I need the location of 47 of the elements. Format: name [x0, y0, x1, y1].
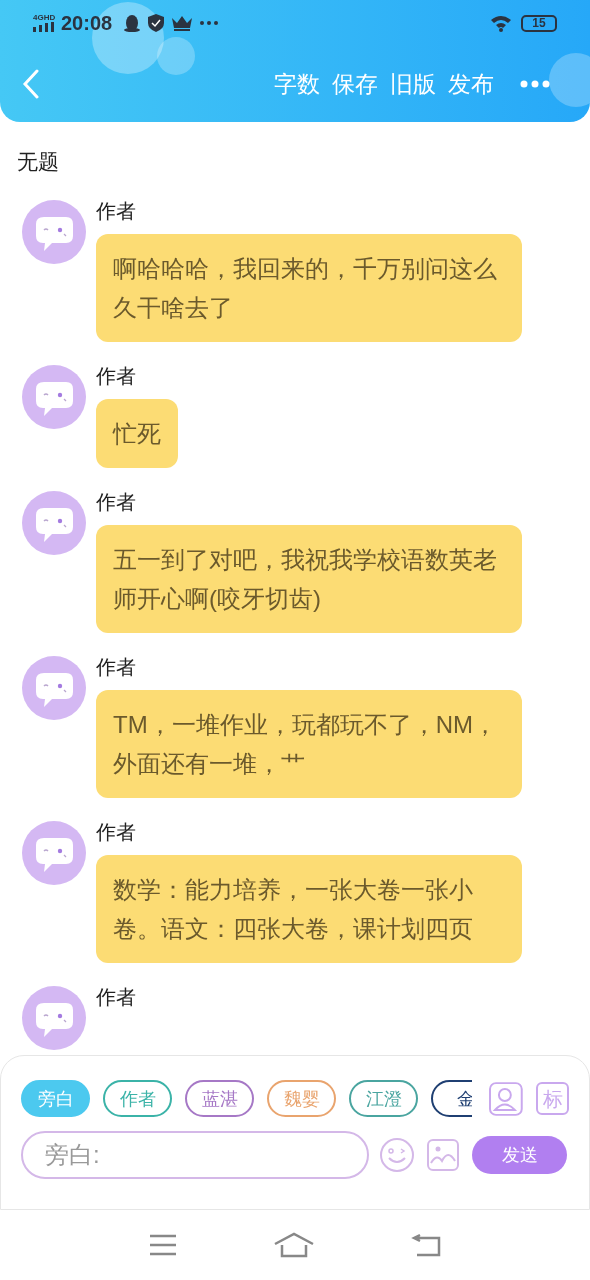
- author-name: 作者: [96, 820, 136, 845]
- toolbar-button[interactable]: 发布: [448, 72, 494, 96]
- story-title: 无题: [17, 149, 59, 175]
- role-chip[interactable]: 蓝湛: [185, 1080, 254, 1117]
- message-bubble: 五一到了对吧，我祝我学校语数英老师开心啊(咬牙切齿): [96, 525, 522, 633]
- author-name: 作者: [96, 655, 136, 680]
- author-name: 作者: [96, 364, 136, 389]
- author-name: 作者: [96, 199, 136, 224]
- role-chip[interactable]: 江澄: [349, 1080, 418, 1117]
- battery-indicator: 15: [521, 14, 557, 32]
- author-name: 作者: [96, 985, 136, 1010]
- back-icon[interactable]: [411, 1233, 442, 1257]
- avatar-icon: [22, 491, 86, 555]
- message-bubble: 忙死: [96, 399, 178, 468]
- role-chip[interactable]: 作者: [103, 1080, 172, 1117]
- shield-icon: [148, 14, 165, 32]
- avatar-icon: [22, 200, 86, 264]
- clock-text: 20:08: [61, 11, 113, 36]
- smiley-icon[interactable]: [380, 1138, 414, 1172]
- avatar-icon: [22, 656, 86, 720]
- role-chip[interactable]: 旁白: [21, 1080, 90, 1117]
- author-name: 作者: [96, 490, 136, 515]
- menu-icon[interactable]: [148, 1234, 177, 1256]
- crown-icon: [172, 15, 193, 31]
- message-input[interactable]: 旁白:: [21, 1131, 369, 1179]
- person-icon[interactable]: [489, 1081, 524, 1116]
- avatar-icon: [22, 821, 86, 885]
- message-bubble: 啊哈哈哈，我回来的，千万别问这么久干啥去了: [96, 234, 522, 342]
- more-icon[interactable]: [520, 80, 550, 88]
- mark-button[interactable]: 标: [536, 1082, 569, 1115]
- penguin-icon: [124, 14, 141, 32]
- more-icon: [200, 21, 219, 25]
- toolbar-button[interactable]: 字数: [274, 72, 320, 96]
- avatar-icon: [22, 365, 86, 429]
- message-bubble: 数学：能力培养，一张大卷一张小卷。语文：四张大卷，课计划四页: [96, 855, 522, 963]
- message-bubble: TM，一堆作业，玩都玩不了，NM，外面还有一堆，艹: [96, 690, 522, 798]
- signal-icon: [33, 22, 57, 32]
- bubble-decoration-drawing: [546, 52, 590, 108]
- toolbar-button[interactable]: 旧版: [390, 72, 436, 96]
- send-button[interactable]: 发送: [472, 1136, 567, 1174]
- home-icon[interactable]: [274, 1232, 314, 1258]
- avatar-icon: [22, 986, 86, 1050]
- image-icon[interactable]: [427, 1139, 459, 1171]
- wifi-icon: [489, 14, 513, 32]
- toolbar-button[interactable]: 保存: [332, 72, 378, 96]
- network-label: 4GHD: [33, 14, 56, 22]
- role-chip[interactable]: 魏婴: [267, 1080, 336, 1117]
